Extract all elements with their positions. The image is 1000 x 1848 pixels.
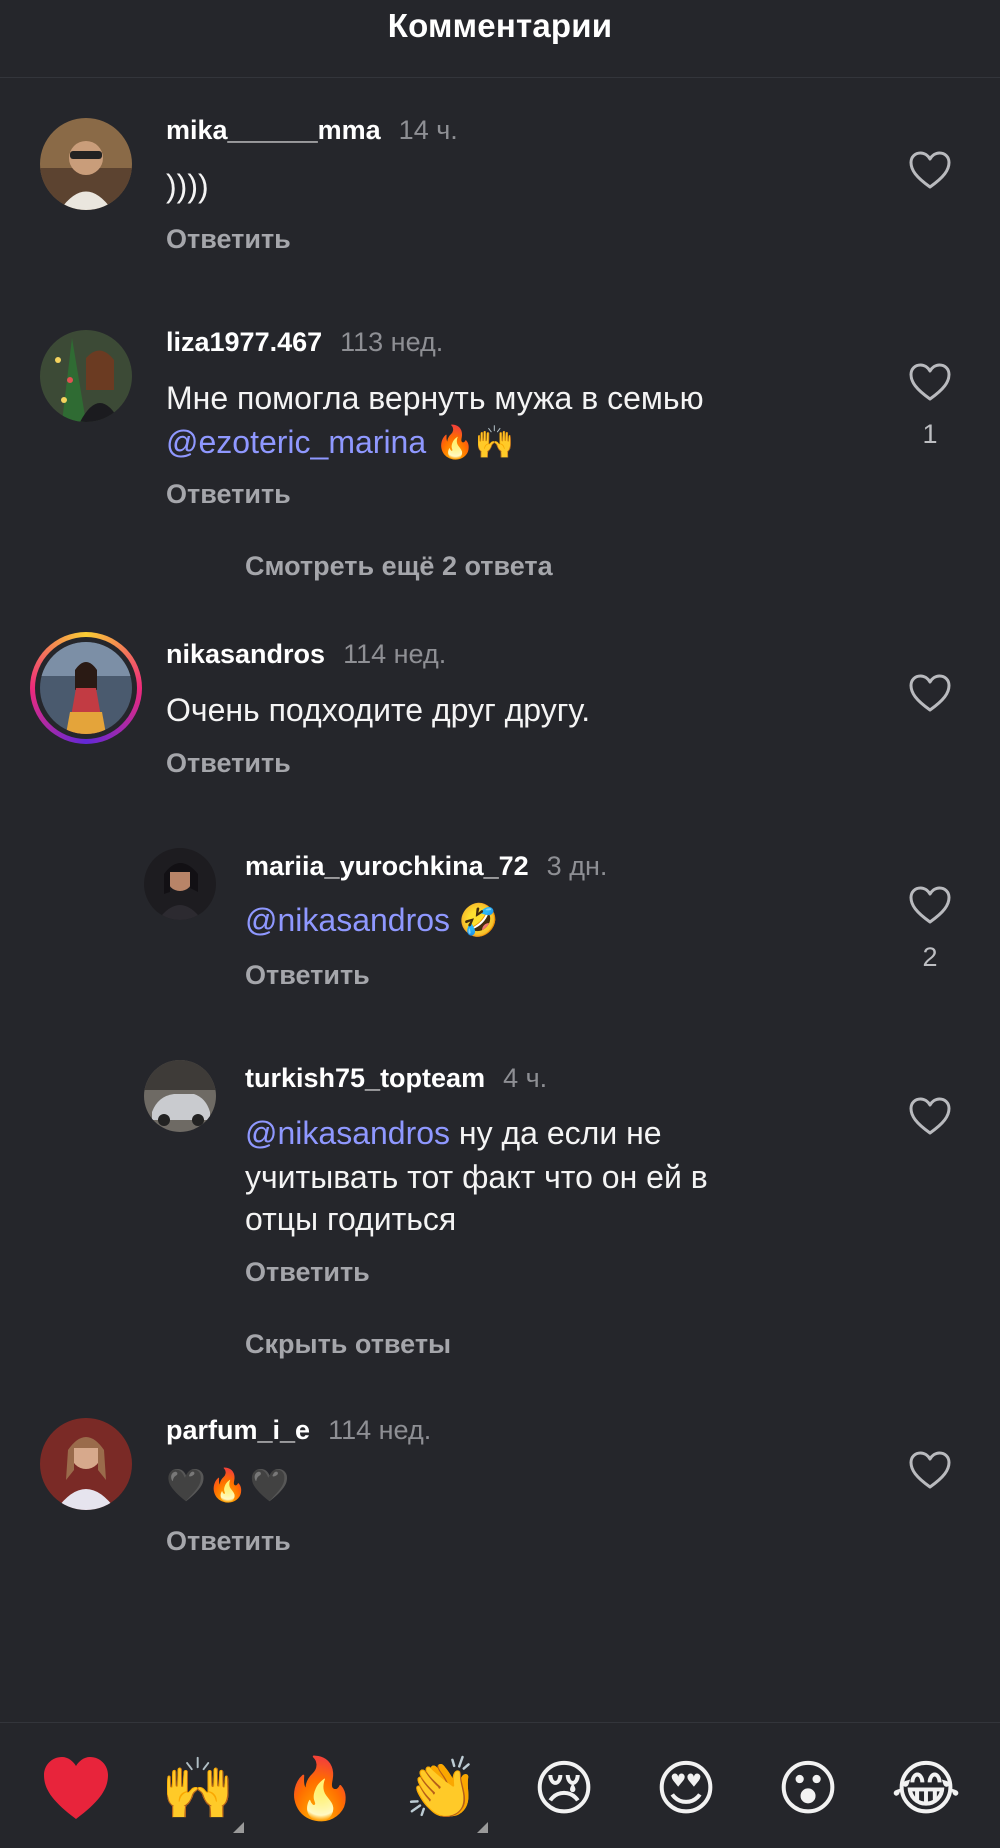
comment-text: Мне помогла вернуть мужа в семью bbox=[166, 380, 704, 416]
reply-button[interactable]: Ответить bbox=[245, 960, 370, 991]
comment-meta: nikasandros 114 нед. bbox=[166, 639, 446, 670]
comment-meta: turkish75_topteam 4 ч. bbox=[245, 1063, 547, 1094]
comment-text: 🖤🔥🖤 bbox=[166, 1466, 292, 1504]
heart-icon[interactable] bbox=[908, 362, 952, 402]
crying-face-emoji: 😢 bbox=[532, 1754, 596, 1824]
timestamp: 14 ч. bbox=[398, 115, 458, 145]
username[interactable]: turkish75_topteam bbox=[245, 1063, 485, 1094]
variant-indicator bbox=[477, 1822, 488, 1833]
heart-icon[interactable] bbox=[908, 1450, 952, 1490]
username[interactable]: nikasandros bbox=[166, 639, 325, 670]
comment-meta: liza1977.467 113 нед. bbox=[166, 327, 443, 358]
timestamp: 4 ч. bbox=[503, 1063, 548, 1093]
comment-text: )))) bbox=[166, 168, 209, 204]
comment-text-line: отцы годиться bbox=[245, 1201, 457, 1237]
emoji: 🔥🙌 bbox=[435, 423, 515, 461]
fire-emoji: 🔥 bbox=[282, 1754, 358, 1824]
tears-of-joy-emoji-button[interactable]: 😂 bbox=[888, 1751, 964, 1827]
comment-text-line: @nikasandros ну да если не bbox=[245, 1111, 662, 1155]
avatar[interactable] bbox=[40, 642, 132, 734]
reply-button[interactable]: Ответить bbox=[166, 224, 291, 255]
timestamp: 114 нед. bbox=[343, 639, 447, 669]
heart-icon[interactable] bbox=[908, 150, 952, 190]
reply-button[interactable]: Ответить bbox=[166, 748, 291, 779]
mention-link[interactable]: @nikasandros bbox=[245, 1115, 450, 1151]
clapping-hands-emoji: 👏 bbox=[404, 1754, 480, 1824]
hide-replies-button[interactable]: Скрыть ответы bbox=[245, 1329, 451, 1360]
heart-icon[interactable] bbox=[908, 673, 952, 713]
variant-indicator bbox=[233, 1822, 244, 1833]
comment-text: ну да если не bbox=[450, 1115, 662, 1151]
emoji-reaction-bar: 🙌 🔥 👏 😢 😍 😮 😂 bbox=[0, 1722, 1000, 1848]
red-heart-icon bbox=[44, 1757, 108, 1819]
like-count: 2 bbox=[922, 942, 938, 972]
timestamp: 3 дн. bbox=[546, 851, 608, 881]
mention-link[interactable]: @nikasandros bbox=[245, 902, 450, 938]
timestamp: 114 нед. bbox=[328, 1415, 432, 1445]
mention-link[interactable]: @ezoteric_marina bbox=[166, 424, 426, 460]
username[interactable]: mika______mma bbox=[166, 115, 381, 146]
username[interactable]: liza1977.467 bbox=[166, 327, 322, 358]
raised-hands-emoji: 🙌 bbox=[160, 1754, 236, 1824]
avatar[interactable] bbox=[144, 1060, 216, 1132]
heart-eyes-emoji: 😍 bbox=[654, 1754, 718, 1824]
clapping-hands-emoji-button[interactable]: 👏 bbox=[404, 1751, 488, 1833]
reply-button[interactable]: Ответить bbox=[245, 1257, 370, 1288]
comment-meta: mika______mma 14 ч. bbox=[166, 115, 458, 146]
comment-text: Очень подходите друг другу. bbox=[166, 692, 591, 728]
avatar[interactable] bbox=[40, 330, 132, 422]
comment-meta: mariia_yurochkina_72 3 дн. bbox=[245, 851, 607, 882]
reply-button[interactable]: Ответить bbox=[166, 1526, 291, 1557]
heart-icon[interactable] bbox=[908, 1096, 952, 1136]
avatar[interactable] bbox=[40, 118, 132, 210]
crying-face-emoji-button[interactable]: 😢 bbox=[526, 1751, 602, 1827]
username[interactable]: parfum_i_e bbox=[166, 1415, 310, 1446]
comment-text-line: @ezoteric_marina 🔥🙌 bbox=[166, 420, 515, 464]
view-more-replies-button[interactable]: Смотреть ещё 2 ответа bbox=[245, 551, 553, 582]
avatar[interactable] bbox=[144, 848, 216, 920]
like-count: 1 bbox=[922, 419, 938, 449]
surprised-face-emoji-button[interactable]: 😮 bbox=[770, 1751, 846, 1827]
comments-header: Комментарии bbox=[0, 0, 1000, 78]
heart-eyes-emoji-button[interactable]: 😍 bbox=[648, 1751, 724, 1827]
timestamp: 113 нед. bbox=[340, 327, 444, 357]
comment-meta: parfum_i_e 114 нед. bbox=[166, 1415, 431, 1446]
tears-of-joy-emoji: 😂 bbox=[890, 1754, 962, 1824]
emoji: 🤣 bbox=[458, 901, 499, 939]
red-heart-emoji-button[interactable] bbox=[38, 1751, 114, 1827]
raised-hands-emoji-button[interactable]: 🙌 bbox=[160, 1751, 244, 1833]
heart-icon[interactable] bbox=[908, 885, 952, 925]
fire-emoji-button[interactable]: 🔥 bbox=[282, 1751, 358, 1827]
avatar[interactable] bbox=[40, 1418, 132, 1510]
username[interactable]: mariia_yurochkina_72 bbox=[245, 851, 529, 882]
page-title: Комментарии bbox=[387, 6, 613, 44]
surprised-face-emoji: 😮 bbox=[776, 1754, 840, 1824]
comment-text-line: учитывать тот факт что он ей в bbox=[245, 1159, 708, 1195]
reply-button[interactable]: Ответить bbox=[166, 479, 291, 510]
comment-text-line: @nikasandros 🤣 bbox=[245, 898, 499, 942]
